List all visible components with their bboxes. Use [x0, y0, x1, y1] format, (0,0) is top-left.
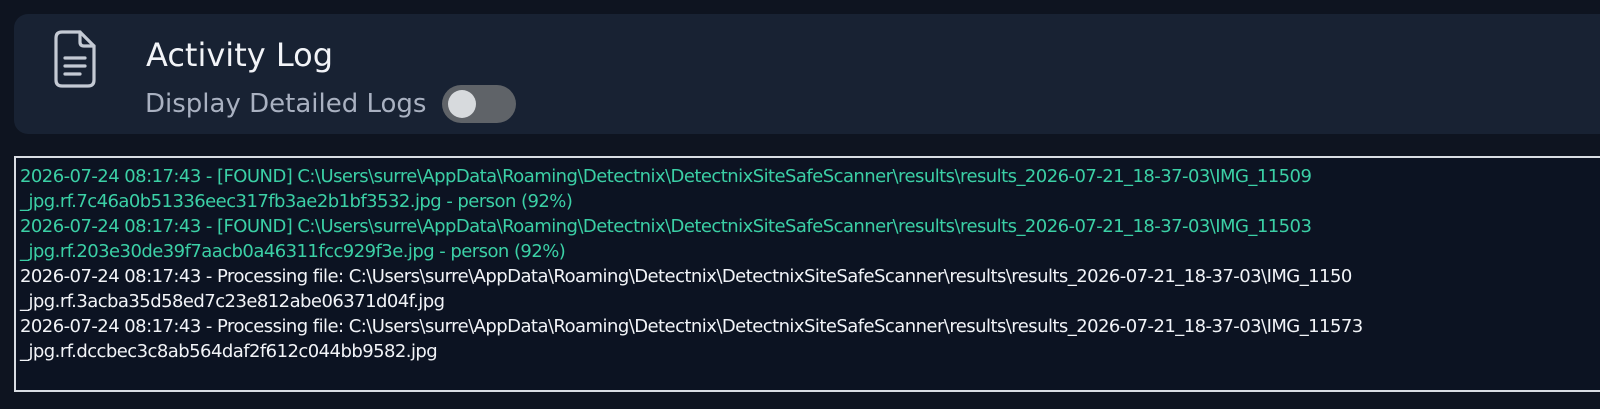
log-line: 2026-07-24 08:17:43 - [FOUND] C:\Users\s…	[20, 216, 1312, 237]
log-line: 2026-07-24 08:17:43 - [FOUND] C:\Users\s…	[20, 166, 1312, 187]
toggle-knob	[448, 90, 477, 118]
log-line: _jpg.rf.3acba35d58ed7c23e812abe06371d04f…	[20, 291, 445, 312]
log-line: 2026-07-24 08:17:43 - Processing file: C…	[20, 266, 1352, 287]
log-line: _jpg.rf.dccbec3c8ab564daf2f612c044bb9582…	[20, 341, 438, 362]
log-line: _jpg.rf.203e30de39f7aacb0a46311fcc929f3e…	[20, 241, 566, 262]
detailed-logs-row: Display Detailed Logs	[145, 84, 517, 124]
activity-log-textarea[interactable]: 2026-07-24 08:17:43 - [FOUND] C:\Users\s…	[14, 156, 1600, 392]
document-icon	[50, 28, 100, 90]
activity-log-header: Activity Log Display Detailed Logs	[14, 14, 1600, 134]
log-line: 2026-07-24 08:17:43 - Processing file: C…	[20, 316, 1363, 337]
page-title: Activity Log	[146, 36, 333, 74]
log-line: _jpg.rf.7c46a0b51336eec317fb3ae2b1bf3532…	[20, 191, 573, 212]
detailed-logs-label: Display Detailed Logs	[145, 89, 427, 119]
detailed-logs-toggle[interactable]	[442, 85, 517, 123]
